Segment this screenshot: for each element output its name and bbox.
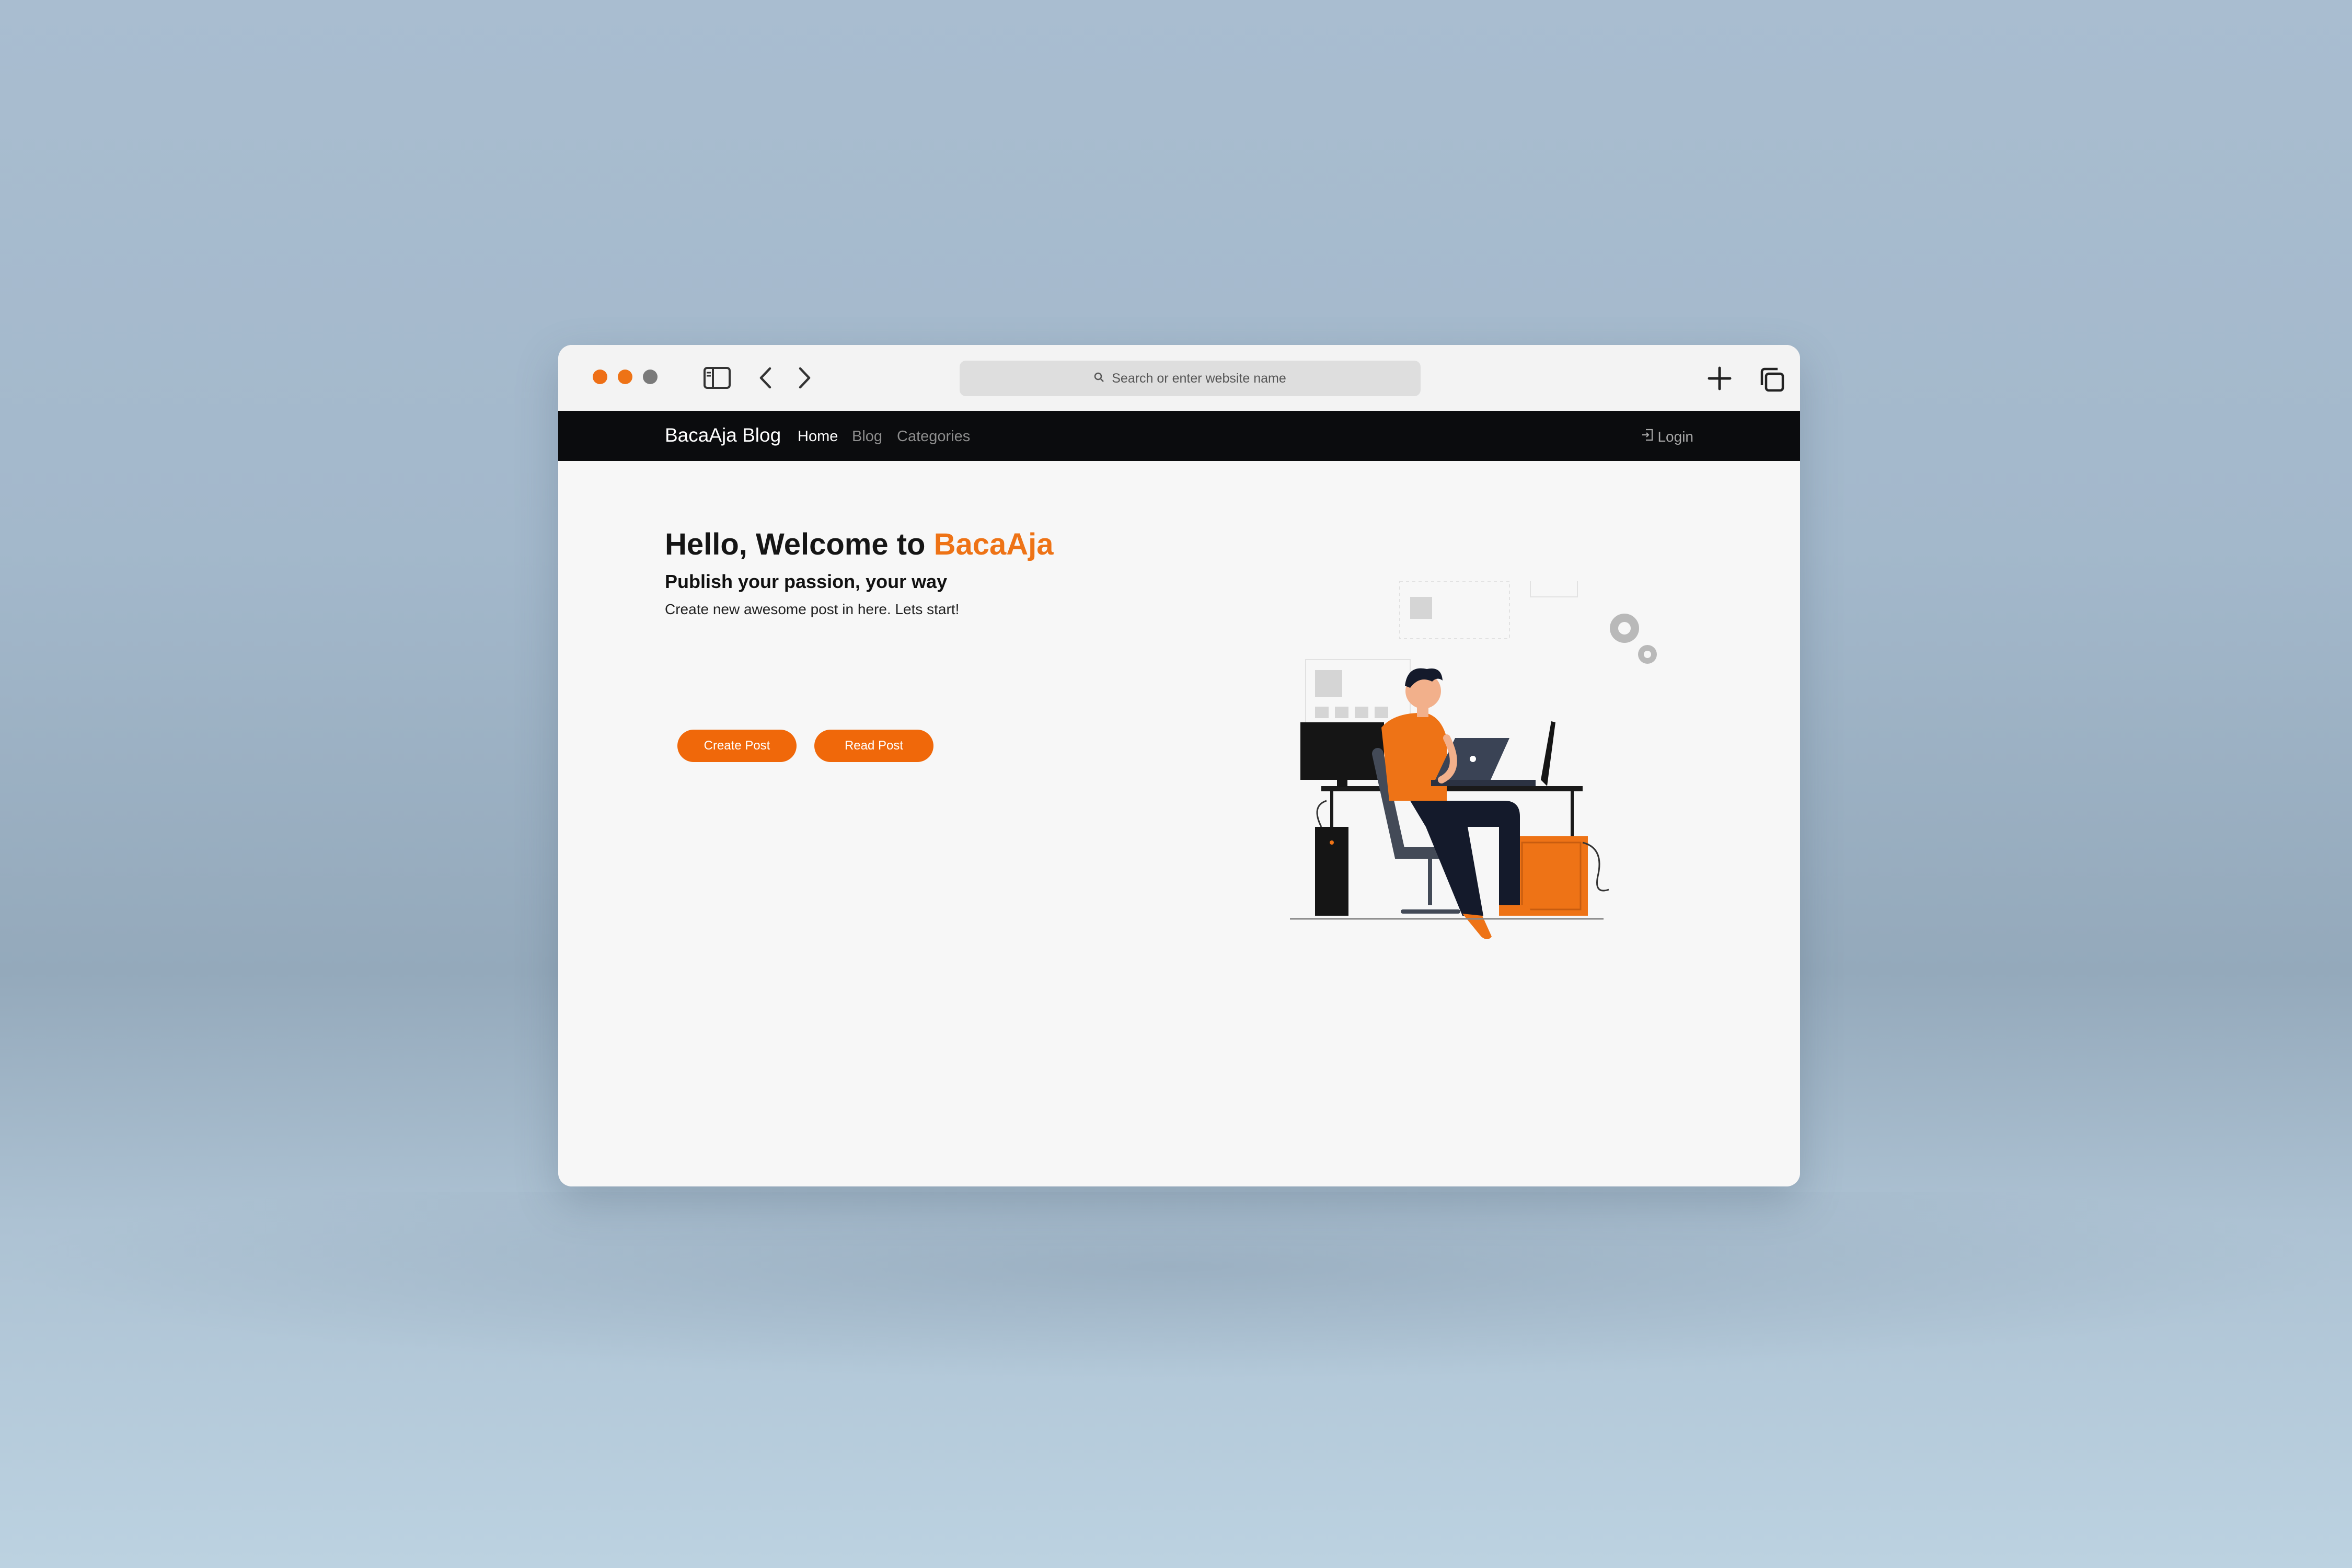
login-link[interactable]: Login <box>1641 428 1693 445</box>
browser-toolbar: Search or enter website name <box>558 345 1800 412</box>
gear-icon <box>1610 614 1657 664</box>
computer-tower <box>1315 827 1348 916</box>
hero-title-accent: BacaAja <box>933 527 1054 561</box>
minimize-window-button[interactable] <box>618 370 632 384</box>
search-icon <box>1094 371 1104 386</box>
sidebar-icon[interactable] <box>702 365 732 391</box>
hero-title: Hello, Welcome to BacaAja <box>665 527 1054 562</box>
floor-shadow <box>0 1192 2352 1380</box>
browser-window: Search or enter website name BacaAja Blo… <box>558 345 1800 1186</box>
hero-subtitle: Publish your passion, your way <box>665 571 948 592</box>
read-post-button[interactable]: Read Post <box>814 730 933 762</box>
forward-icon[interactable] <box>794 365 815 391</box>
create-post-button[interactable]: Create Post <box>677 730 797 762</box>
new-tab-icon[interactable] <box>1706 365 1733 392</box>
nav-link-blog[interactable]: Blog <box>852 428 882 445</box>
address-bar[interactable]: Search or enter website name <box>960 361 1421 396</box>
workspace-illustration <box>1290 581 1657 939</box>
site-navbar: BacaAja Blog Home Blog Categories Login <box>558 411 1800 461</box>
hero-section: Hello, Welcome to BacaAja Publish your p… <box>558 461 1800 1186</box>
address-placeholder: Search or enter website name <box>1112 371 1286 386</box>
close-window-button[interactable] <box>593 370 607 384</box>
nav-link-home[interactable]: Home <box>798 428 838 445</box>
tabs-overview-icon[interactable] <box>1757 365 1786 394</box>
hero-title-prefix: Hello, Welcome to <box>665 527 934 561</box>
desk <box>1321 786 1583 791</box>
drawer-cabinet <box>1515 836 1588 916</box>
back-icon[interactable] <box>755 365 776 391</box>
nav-link-categories[interactable]: Categories <box>897 428 970 445</box>
login-label: Login <box>1657 428 1693 445</box>
background-windows <box>1305 581 1578 728</box>
login-icon <box>1641 428 1654 445</box>
monitor <box>1300 722 1384 780</box>
person <box>1381 712 1447 801</box>
brand-logo[interactable]: BacaAja Blog <box>665 424 781 446</box>
zoom-window-button[interactable] <box>643 370 658 384</box>
hero-description: Create new awesome post in here. Lets st… <box>665 601 960 617</box>
